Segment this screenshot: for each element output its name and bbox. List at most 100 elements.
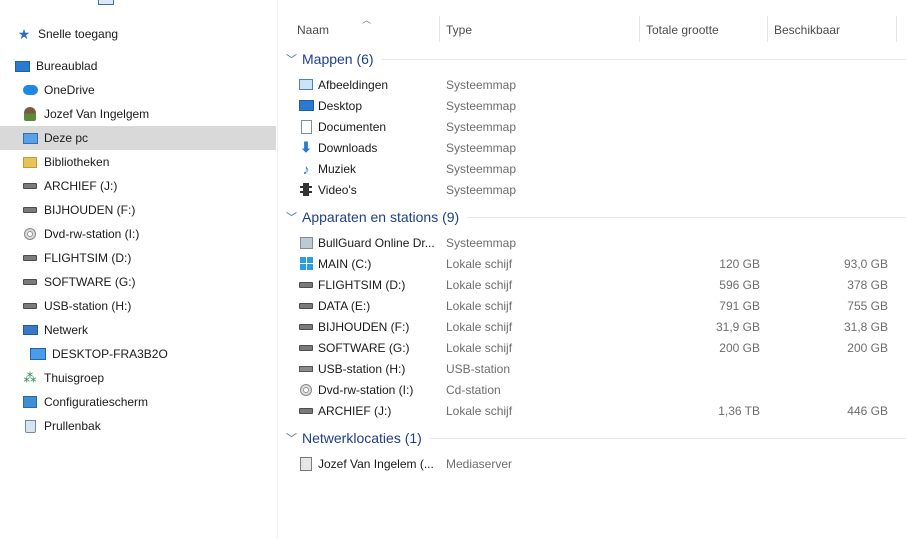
column-separator[interactable]	[639, 16, 640, 42]
column-name[interactable]: Naam	[297, 18, 329, 42]
item-total-size: 791 GB	[719, 298, 760, 313]
drive-icon	[22, 250, 38, 266]
user-icon	[22, 106, 38, 122]
column-separator[interactable]	[896, 16, 897, 42]
item-name: FLIGHTSIM (D:)	[318, 277, 406, 292]
homegroup-icon: ⁂	[23, 370, 37, 385]
item-type: Systeemmap	[446, 98, 517, 113]
usb-drive-icon	[298, 361, 314, 377]
list-item[interactable]: Desktop Systeemmap	[278, 95, 906, 116]
item-name: Video's	[318, 182, 357, 197]
list-item[interactable]: Jozef Van Ingelem (... Mediaserver	[278, 453, 906, 474]
media-server-icon	[298, 456, 314, 472]
item-type: Systeemmap	[446, 119, 517, 134]
list-item[interactable]: BullGuard Online Dr... Systeemmap	[278, 232, 906, 253]
sidebar-item-user[interactable]: Jozef Van Ingelgem	[0, 102, 298, 126]
this-pc-icon	[22, 130, 38, 146]
group-title: Netwerklocaties (1)	[302, 430, 422, 446]
sidebar-item-label: DESKTOP-FRA3B2O	[52, 347, 168, 361]
list-item[interactable]: ♪ Muziek Systeemmap	[278, 158, 906, 179]
sidebar-item-onedrive[interactable]: OneDrive	[0, 78, 298, 102]
item-name: Muziek	[318, 161, 357, 176]
sidebar-item-label: Snelle toegang	[38, 27, 119, 41]
sidebar-item-label: Bureaublad	[36, 59, 98, 73]
sidebar-item-archief[interactable]: ARCHIEF (J:)	[0, 174, 298, 198]
group-header-folders[interactable]: ﹀ Mappen (6)	[286, 48, 906, 70]
group-title: Mappen (6)	[302, 51, 374, 67]
drive-icon	[22, 202, 38, 218]
column-type[interactable]: Type	[446, 18, 472, 42]
item-available: 446 GB	[847, 403, 888, 418]
item-name: MAIN (C:)	[318, 256, 372, 271]
list-item[interactable]: ⬇ Downloads Systeemmap	[278, 137, 906, 158]
sidebar-item-libraries[interactable]: Bibliotheken	[0, 150, 298, 174]
list-item[interactable]: ARCHIEF (J:) Lokale schijf 1,36 TB 446 G…	[278, 400, 906, 421]
file-list: ︿ Naam Type Totale grootte Beschikbaar ﹀…	[278, 0, 906, 539]
column-available[interactable]: Beschikbaar	[774, 18, 840, 42]
sidebar-item-flightsim[interactable]: FLIGHTSIM (D:)	[0, 246, 298, 270]
computer-icon	[30, 346, 46, 362]
list-item[interactable]: MAIN (C:) Lokale schijf 120 GB 93,0 GB	[278, 253, 906, 274]
list-item[interactable]: DATA (E:) Lokale schijf 791 GB 755 GB	[278, 295, 906, 316]
libraries-icon	[22, 154, 38, 170]
sidebar-item-label: BIJHOUDEN (F:)	[44, 203, 136, 217]
drive-icon	[22, 178, 38, 194]
list-item[interactable]: Dvd-rw-station (I:) Cd-station	[278, 379, 906, 400]
sidebar-item-label: OneDrive	[44, 83, 95, 97]
item-available: 378 GB	[847, 277, 888, 292]
item-name: SOFTWARE (G:)	[318, 340, 410, 355]
drive-icon	[298, 319, 314, 335]
column-separator[interactable]	[767, 16, 768, 42]
sidebar-item-dvd[interactable]: Dvd-rw-station (I:)	[0, 222, 298, 246]
item-type: USB-station	[446, 361, 511, 376]
sidebar-item-homegroup[interactable]: ⁂ Thuisgroep	[0, 366, 298, 390]
item-type: Lokale schijf	[446, 319, 513, 334]
documents-icon	[298, 119, 314, 135]
sidebar-item-recycle-bin[interactable]: Prullenbak	[0, 414, 298, 438]
column-header: ︿ Naam Type Totale grootte Beschikbaar	[278, 12, 906, 42]
list-item[interactable]: Documenten Systeemmap	[278, 116, 906, 137]
item-name: ARCHIEF (J:)	[318, 403, 392, 418]
sidebar-item-software[interactable]: SOFTWARE (G:)	[0, 270, 298, 294]
sidebar-item-label: Prullenbak	[44, 419, 101, 433]
videos-icon	[298, 182, 314, 198]
list-item[interactable]: BIJHOUDEN (F:) Lokale schijf 31,9 GB 31,…	[278, 316, 906, 337]
list-item[interactable]: Video's Systeemmap	[278, 179, 906, 200]
usb-drive-icon	[22, 298, 38, 314]
dvd-drive-icon	[298, 382, 314, 398]
sidebar-item-network[interactable]: Netwerk	[0, 318, 298, 342]
sidebar-item-desktop[interactable]: Bureaublad	[0, 54, 290, 78]
group-header-devices[interactable]: ﹀ Apparaten en stations (9)	[286, 206, 906, 228]
chevron-down-icon: ﹀	[286, 212, 297, 224]
item-type: Mediaserver	[446, 456, 513, 471]
sidebar-item-control-panel[interactable]: Configuratiescherm	[0, 390, 298, 414]
drive-icon	[298, 340, 314, 356]
column-separator[interactable]	[439, 16, 440, 42]
desktop-icon	[298, 98, 314, 114]
item-type: Cd-station	[446, 382, 501, 397]
list-item[interactable]: SOFTWARE (G:) Lokale schijf 200 GB 200 G…	[278, 337, 906, 358]
recycle-bin-icon	[22, 418, 38, 434]
sidebar-item-usb[interactable]: USB-station (H:)	[0, 294, 298, 318]
list-item[interactable]: FLIGHTSIM (D:) Lokale schijf 596 GB 378 …	[278, 274, 906, 295]
item-available: 93,0 GB	[843, 256, 888, 271]
item-available: 200 GB	[847, 340, 888, 355]
column-total-size[interactable]: Totale grootte	[646, 18, 719, 42]
list-item[interactable]: Afbeeldingen Systeemmap	[278, 74, 906, 95]
sidebar-item-label: Configuratiescherm	[44, 395, 149, 409]
sidebar-item-desktop-computer[interactable]: DESKTOP-FRA3B2O	[0, 342, 306, 366]
sidebar-item-label: ARCHIEF (J:)	[44, 179, 118, 193]
sidebar-item-bijhouden[interactable]: BIJHOUDEN (F:)	[0, 198, 298, 222]
sidebar-item-this-pc[interactable]: Deze pc	[0, 126, 276, 150]
this-pc-icon	[98, 0, 114, 5]
item-type: Systeemmap	[446, 77, 517, 92]
group-header-network-locations[interactable]: ﹀ Netwerklocaties (1)	[286, 427, 906, 449]
item-type: Systeemmap	[446, 235, 517, 250]
onedrive-cloud-icon	[22, 82, 38, 98]
desktop-icon	[14, 58, 30, 74]
sidebar-item-label: USB-station (H:)	[44, 299, 132, 313]
list-item[interactable]: USB-station (H:) USB-station	[278, 358, 906, 379]
dvd-drive-icon	[22, 226, 38, 242]
bullguard-icon	[298, 235, 314, 251]
sidebar-item-quick-access[interactable]: ★ Snelle toegang	[0, 22, 292, 46]
